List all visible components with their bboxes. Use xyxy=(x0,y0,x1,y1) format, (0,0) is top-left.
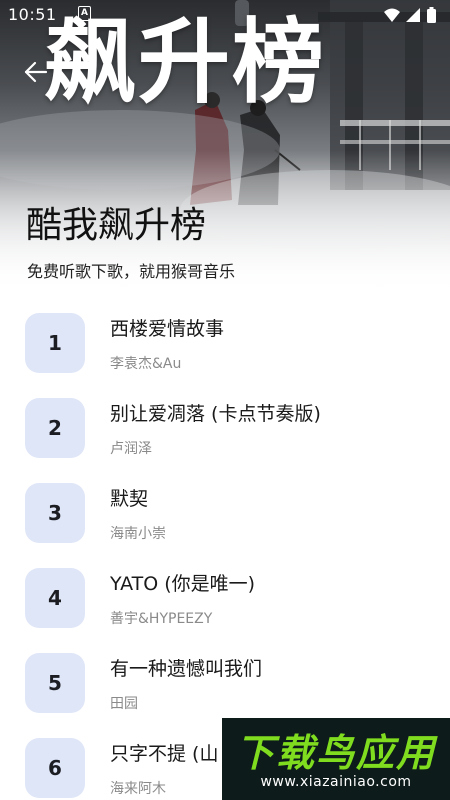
song-title: 别让爱凋落 (卡点节奏版) xyxy=(110,403,321,425)
watermark-overlay: 下载鸟应用 www.xiazainiao.com xyxy=(222,718,450,800)
rank-badge: 6 xyxy=(25,738,85,798)
wifi-icon xyxy=(384,8,400,22)
song-artist: 海来阿木 xyxy=(110,781,166,797)
song-title: 默契 xyxy=(110,488,149,510)
song-artist: 田园 xyxy=(110,696,138,712)
song-row[interactable]: 3 默契 海南小崇 xyxy=(0,470,450,555)
rank-badge: 5 xyxy=(25,653,85,713)
watermark-url: www.xiazainiao.com xyxy=(260,774,412,790)
song-row[interactable]: 1 西楼爱情故事 李袁杰&Au xyxy=(0,300,450,385)
back-button[interactable] xyxy=(22,58,50,86)
song-row[interactable]: 4 YATO (你是唯一) 善宇&HYPEEZY xyxy=(0,555,450,640)
battery-icon xyxy=(427,7,436,23)
back-arrow-icon xyxy=(24,61,48,83)
song-title: 只字不提 (山 xyxy=(110,743,219,765)
song-title: 西楼爱情故事 xyxy=(110,318,225,340)
song-artist: 善宇&HYPEEZY xyxy=(110,611,213,627)
status-icons xyxy=(384,7,436,23)
signal-icon xyxy=(406,8,420,22)
rank-badge: 1 xyxy=(25,313,85,373)
rank-badge: 4 xyxy=(25,568,85,628)
status-bar: 10:51 A xyxy=(0,0,450,30)
status-time: 10:51 xyxy=(8,5,57,24)
song-artist: 海南小崇 xyxy=(110,526,166,542)
song-row[interactable]: 2 别让爱凋落 (卡点节奏版) 卢润泽 xyxy=(0,385,450,470)
page-subtitle: 免费听歌下歌，就用猴哥音乐 xyxy=(27,262,236,281)
song-title: YATO (你是唯一) xyxy=(110,573,256,595)
song-title: 有一种遗憾叫我们 xyxy=(110,658,263,680)
rank-badge: 2 xyxy=(25,398,85,458)
song-row[interactable]: 5 有一种遗憾叫我们 田园 xyxy=(0,640,450,725)
song-artist: 李袁杰&Au xyxy=(110,356,182,372)
watermark-text: 下载鸟应用 xyxy=(235,731,436,775)
notification-icon: A xyxy=(78,6,91,21)
page-title: 酷我飙升榜 xyxy=(26,205,207,246)
header-banner: 飙升榜 10:51 A 酷我飙升榜 免费听歌下歌，就用猴哥音乐 xyxy=(0,0,450,300)
song-artist: 卢润泽 xyxy=(110,441,152,457)
rank-badge: 3 xyxy=(25,483,85,543)
